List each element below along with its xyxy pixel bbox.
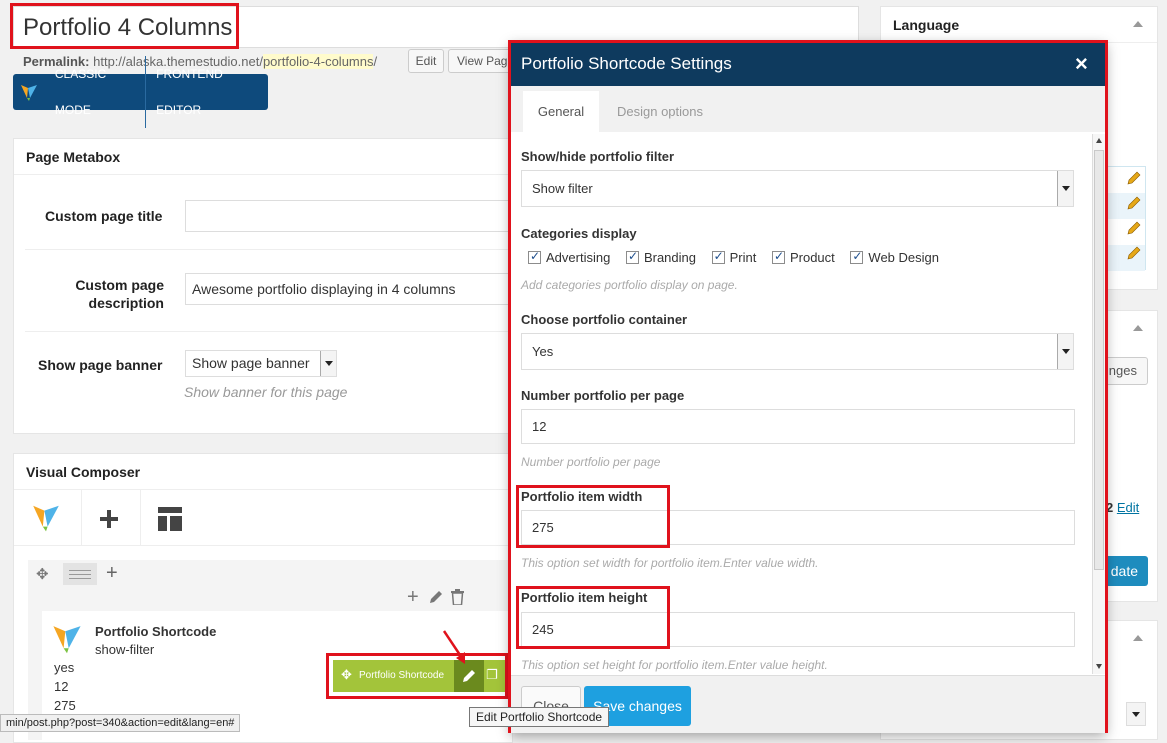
metabox-divider-1: [25, 249, 513, 250]
category-product[interactable]: Product: [771, 249, 835, 265]
category-branding[interactable]: Branding: [625, 249, 696, 265]
element-controls-label[interactable]: Portfolio Shortcode: [359, 670, 444, 681]
custom-title-label: Custom page title: [45, 208, 163, 224]
status-bar-url: min/post.php?post=340&action=edit&lang=e…: [0, 714, 241, 732]
move-icon[interactable]: ✥: [341, 667, 352, 683]
column-delete-icon[interactable]: [450, 589, 465, 608]
vc-logo-icon[interactable]: [30, 501, 62, 536]
filter-label: Show/hide portfolio filter: [521, 149, 675, 164]
banner-select[interactable]: Show page banner: [185, 350, 337, 377]
width-label: Portfolio item width: [521, 489, 643, 504]
element-controls: ✥ Portfolio Shortcode ❐: [333, 660, 511, 692]
permalink-tail: /: [373, 54, 378, 69]
element-title: Portfolio Shortcode: [95, 624, 217, 639]
categories-checkboxes: Advertising Branding Print Product Web D…: [528, 249, 951, 265]
page-title-input[interactable]: Portfolio 4 Columns: [23, 14, 232, 42]
close-icon[interactable]: ×: [1075, 51, 1088, 77]
desc-label: Custom page description: [75, 277, 164, 311]
pencil-icon[interactable]: [1127, 196, 1141, 210]
metabox-title: Page Metabox: [14, 139, 512, 175]
permalink-edit-button[interactable]: Edit: [408, 49, 444, 73]
height-hint: This option set height for portfolio ite…: [521, 658, 828, 672]
height-label: Portfolio item height: [521, 590, 648, 605]
toolbar-sep-1: [81, 490, 82, 546]
vc-logo-icon: [13, 74, 45, 110]
custom-title-input[interactable]: [185, 200, 515, 232]
checkbox-checked[interactable]: [528, 249, 541, 264]
number-hint: Number portfolio per page: [521, 455, 661, 469]
scroll-up-icon[interactable]: [1096, 138, 1102, 143]
metabox-divider-2: [25, 331, 513, 332]
toolbar-sep-2: [140, 490, 141, 546]
tab-general[interactable]: General: [523, 91, 599, 132]
chevron-down-icon: [1127, 703, 1145, 725]
number-input[interactable]: 12: [521, 409, 1075, 444]
modal-header: Portfolio Shortcode Settings ×: [510, 42, 1106, 86]
banner-hint: Show banner for this page: [184, 384, 348, 400]
collapse-icon[interactable]: [1133, 635, 1143, 641]
categories-hint: Add categories portfolio display on page…: [521, 278, 738, 292]
width-hint: This option set width for portfolio item…: [521, 556, 819, 570]
checkbox-checked[interactable]: [625, 249, 639, 264]
container-select[interactable]: Yes: [521, 333, 1074, 370]
filter-select[interactable]: Show filter: [521, 170, 1074, 207]
scroll-down-icon[interactable]: [1096, 664, 1102, 669]
vc-mode-bar: CLASSIC MODE FRONTEND EDITOR: [13, 56, 268, 128]
category-advertising[interactable]: Advertising: [528, 249, 610, 265]
modal-tab-bar: [510, 86, 1106, 132]
scroll-thumb[interactable]: [1094, 150, 1104, 570]
collapse-icon[interactable]: [1133, 21, 1143, 27]
chevron-down-icon: [320, 351, 336, 376]
composer-toolbar: [14, 490, 512, 546]
add-element-icon[interactable]: [98, 508, 120, 533]
pencil-icon[interactable]: [1127, 171, 1141, 185]
chevron-down-icon: [1057, 171, 1073, 206]
row-layout-icon[interactable]: [63, 563, 97, 585]
checkbox-checked[interactable]: [711, 249, 725, 264]
number-label: Number portfolio per page: [521, 388, 685, 403]
revisions-count: 2: [1106, 500, 1114, 515]
templates-icon[interactable]: [157, 506, 183, 535]
tab-design-options[interactable]: Design options: [617, 91, 703, 132]
collapse-icon[interactable]: [1133, 325, 1143, 331]
vc-element-icon: [50, 621, 84, 658]
attributes-select[interactable]: [1126, 702, 1146, 726]
column-edit-icon[interactable]: [428, 589, 444, 608]
edit-tooltip: Edit Portfolio Shortcode: [469, 707, 610, 727]
category-web-design[interactable]: Web Design: [850, 249, 939, 265]
view-page-button[interactable]: View Page: [448, 49, 518, 73]
annotation-arrow-icon: [442, 630, 465, 664]
revisions-edit-link[interactable]: Edit: [1117, 500, 1139, 515]
width-input[interactable]: 275: [521, 510, 1075, 545]
composer-title: Visual Composer: [14, 454, 512, 490]
container-label: Choose portfolio container: [521, 312, 688, 327]
permalink-slug[interactable]: portfolio-4-columns: [262, 54, 374, 69]
frontend-editor-button[interactable]: FRONTEND EDITOR: [146, 56, 268, 128]
pencil-icon[interactable]: [1127, 221, 1141, 235]
element-subtitle: show-filter: [95, 642, 155, 657]
clone-icon[interactable]: ❐: [486, 667, 498, 683]
classic-mode-button[interactable]: CLASSIC MODE: [45, 56, 147, 128]
banner-label: Show page banner: [38, 357, 163, 373]
checkbox-checked[interactable]: [771, 249, 785, 264]
chevron-down-icon: [1057, 334, 1073, 369]
element-value-2: 12: [54, 679, 69, 694]
categories-label: Categories display: [521, 226, 637, 241]
modal-title: Portfolio Shortcode Settings: [521, 54, 732, 73]
revisions-row: 2 Edit: [1106, 500, 1139, 515]
column-add-icon[interactable]: +: [407, 586, 419, 609]
height-input[interactable]: 245: [521, 612, 1075, 647]
element-value-1: yes: [54, 660, 75, 675]
add-column-icon[interactable]: +: [106, 562, 118, 585]
update-button[interactable]: date: [1100, 556, 1148, 586]
move-row-icon[interactable]: ✥: [36, 565, 49, 583]
checkbox-checked[interactable]: [850, 249, 864, 264]
modal-scrollbar[interactable]: [1092, 134, 1105, 674]
element-value-3: 275: [54, 698, 76, 713]
language-title: Language: [881, 7, 1157, 43]
desc-input[interactable]: Awesome portfolio displaying in 4 column…: [185, 273, 515, 305]
category-print[interactable]: Print: [711, 249, 756, 265]
pencil-icon[interactable]: [1127, 246, 1141, 260]
